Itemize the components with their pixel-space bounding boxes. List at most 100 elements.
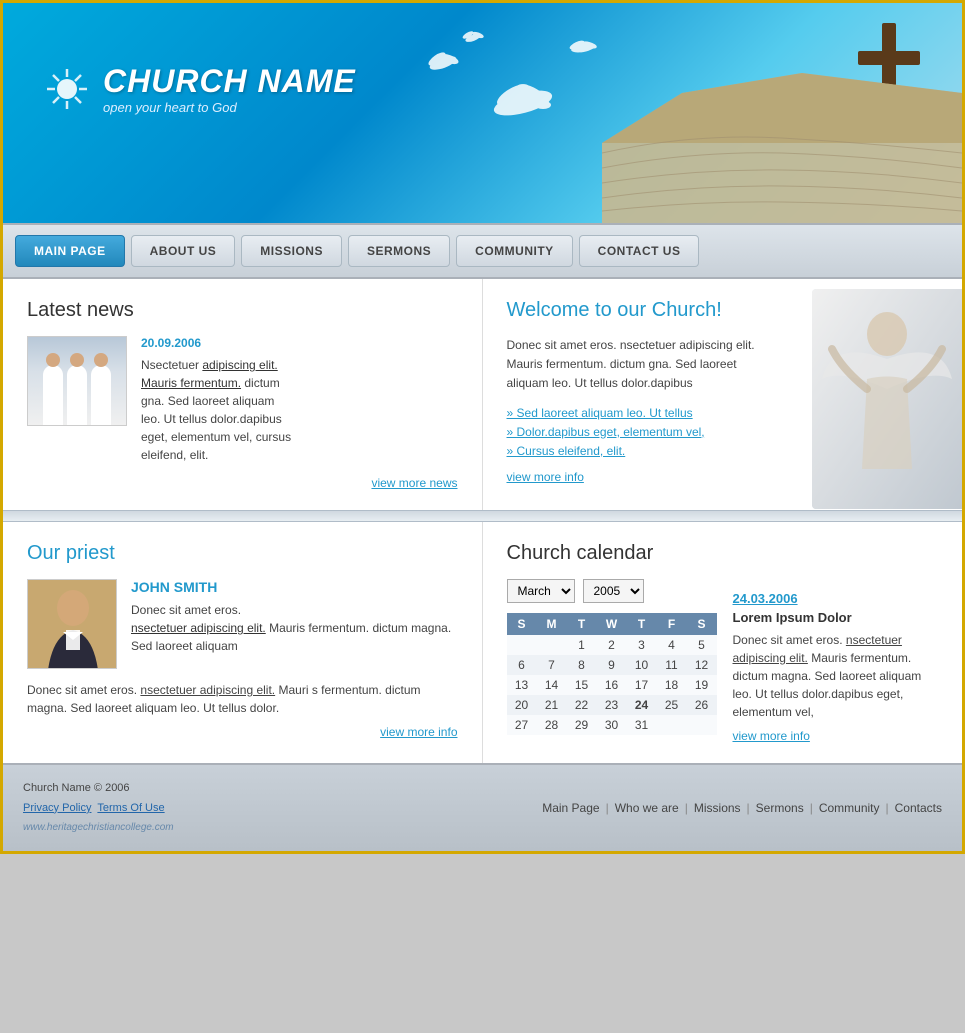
header-text: CHURCH NAME open your heart to God [103,63,356,115]
figure-2 [67,365,87,425]
nav-missions[interactable]: MISSIONS [241,235,342,267]
year-select[interactable]: 2005 [583,579,644,603]
cal-day[interactable]: 25 [657,695,687,715]
nav-main-page[interactable]: MAIN PAGE [15,235,125,267]
footer-sep-3: | [747,801,750,815]
cal-day[interactable]: 1 [567,635,597,655]
cal-day[interactable]: 31 [627,715,657,735]
privacy-link[interactable]: Privacy Policy [23,802,91,814]
cal-day[interactable]: 22 [567,695,597,715]
footer-nav-missions[interactable]: Missions [694,801,741,815]
cal-day[interactable]: 3 [627,635,657,655]
calendar-widget: March 2005 S M T W [507,579,717,743]
footer-links: Privacy Policy Terms Of Use [23,799,174,819]
angel-svg [812,289,962,509]
cal-day[interactable]: 13 [507,675,537,695]
cal-hdr-s: S [507,613,537,635]
nav-about-us[interactable]: ABOUT US [131,235,236,267]
view-more-info-link[interactable]: view more info [507,470,779,484]
cal-day[interactable]: 26 [687,695,717,715]
cal-day[interactable]: 18 [657,675,687,695]
cal-day [657,715,687,735]
cal-day[interactable]: 23 [597,695,627,715]
footer-nav-main[interactable]: Main Page [542,801,599,815]
main-content: Latest news 20.09.2006 Nsectetuer adipis… [3,279,962,510]
priest-name: JOHN SMITH [131,579,458,595]
cal-day[interactable]: 5 [687,635,717,655]
site-name: CHURCH NAME [103,63,356,100]
cal-hdr-t2: T [627,613,657,635]
site-tagline: open your heart to God [103,100,356,115]
cal-day[interactable]: 27 [507,715,537,735]
cal-hdr-t1: T [567,613,597,635]
welcome-link-1[interactable]: Sed laoreet aliquam leo. Ut tellus [507,406,779,420]
nav-sermons[interactable]: SERMONS [348,235,450,267]
cal-hdr-m: M [537,613,567,635]
view-more-priest-link[interactable]: view more info [27,725,458,739]
welcome-link-3[interactable]: Cursus eleifend, elit. [507,444,779,458]
calendar-event: 24.03.2006 Lorem Ipsum Dolor Donec sit a… [733,579,939,743]
footer-nav-community[interactable]: Community [819,801,880,815]
view-more-news-link[interactable]: view more news [27,476,458,490]
terms-link[interactable]: Terms Of Use [97,802,164,814]
nav-community[interactable]: COMMUNITY [456,235,573,267]
cal-day[interactable]: 12 [687,655,717,675]
footer: Church Name © 2006 Privacy Policy Terms … [3,763,962,851]
welcome-title: Welcome to our Church! [507,299,779,322]
calendar-controls: March 2005 [507,579,717,603]
cal-day [507,635,537,655]
cal-day[interactable]: 20 [507,695,537,715]
cal-day[interactable]: 8 [567,655,597,675]
cal-event-card: 24.03.2006 Lorem Ipsum Dolor Donec sit a… [733,591,939,743]
calendar-week-4: 2728293031 [507,715,717,735]
cal-day[interactable]: 30 [597,715,627,735]
header-logo: CHURCH NAME open your heart to God [43,63,356,115]
welcome-link-2[interactable]: Dolor.dapibus eget, elementum vel, [507,425,779,439]
news-section: Latest news 20.09.2006 Nsectetuer adipis… [3,279,483,510]
cal-day[interactable]: 17 [627,675,657,695]
footer-sep-2: | [685,801,688,815]
news-content: 20.09.2006 Nsectetuer adipiscing elit. M… [141,336,291,464]
cal-day[interactable]: 7 [537,655,567,675]
footer-sep-4: | [810,801,813,815]
welcome-links: Sed laoreet aliquam leo. Ut tellus Dolor… [507,406,779,458]
cal-day[interactable]: 10 [627,655,657,675]
priest-photo [27,579,117,669]
cal-day[interactable]: 24 [627,695,657,715]
calendar-week-0: 12345 [507,635,717,655]
cal-day[interactable]: 15 [567,675,597,695]
cal-hdr-s2: S [687,613,717,635]
cal-day[interactable]: 19 [687,675,717,695]
cal-day[interactable]: 9 [597,655,627,675]
welcome-body: Donec sit amet eros. nsectetuer adipisci… [507,336,779,394]
section-divider [3,510,962,522]
footer-copyright: Church Name © 2006 [23,779,174,799]
cal-day[interactable]: 6 [507,655,537,675]
calendar-table: S M T W T F S 1234567891011121314151 [507,613,717,735]
cal-day[interactable]: 16 [597,675,627,695]
cal-day[interactable]: 28 [537,715,567,735]
cal-day[interactable]: 14 [537,675,567,695]
footer-nav-contacts[interactable]: Contacts [895,801,942,815]
cal-day[interactable]: 4 [657,635,687,655]
cal-day[interactable]: 21 [537,695,567,715]
view-more-calendar-link[interactable]: view more info [733,729,939,743]
calendar-week-2: 13141516171819 [507,675,717,695]
footer-nav-who[interactable]: Who we are [615,801,679,815]
footer-left: Church Name © 2006 Privacy Policy Terms … [23,779,174,837]
nav-contact-us[interactable]: CONTACT US [579,235,700,267]
cal-event-date[interactable]: 24.03.2006 [733,591,939,606]
priest-svg [28,580,117,669]
cal-day [687,715,717,735]
cal-day[interactable]: 11 [657,655,687,675]
cal-day[interactable]: 2 [597,635,627,655]
footer-nav-sermons[interactable]: Sermons [756,801,804,815]
cal-day[interactable]: 29 [567,715,597,735]
news-item: 20.09.2006 Nsectetuer adipiscing elit. M… [27,336,458,464]
church-illustration [602,13,962,223]
cal-hdr-w: W [597,613,627,635]
month-select[interactable]: March [507,579,575,603]
news-title: Latest news [27,299,458,322]
news-image [28,337,126,425]
cal-event-title: Lorem Ipsum Dolor [733,610,939,625]
